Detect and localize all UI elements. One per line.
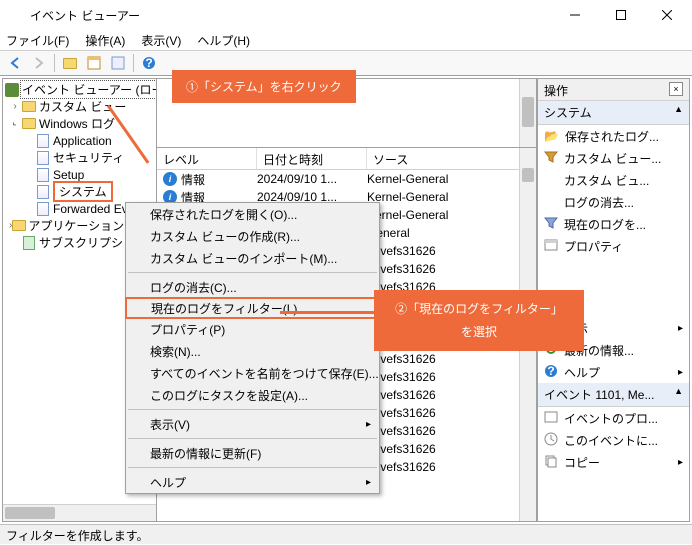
actions-close-icon[interactable]: × — [669, 82, 683, 96]
action-filter-current[interactable]: 現在のログを... — [538, 213, 689, 235]
window-title: イベント ビューアー — [30, 7, 552, 24]
help-icon: ? — [544, 364, 558, 381]
menu-action[interactable]: 操作(A) — [83, 32, 127, 49]
action-event-props[interactable]: イベントのプロ... — [538, 407, 689, 429]
actions-header: 操作 — [544, 82, 568, 97]
maximize-button[interactable] — [598, 0, 644, 30]
properties-icon — [544, 238, 558, 255]
log-icon — [35, 201, 51, 217]
status-text: フィルターを作成します。 — [6, 529, 149, 543]
log-icon — [35, 167, 51, 183]
ctx-create-custom[interactable]: カスタム ビューの作成(R)... — [126, 225, 379, 247]
ctx-open-saved[interactable]: 保存されたログを開く(O)... — [126, 203, 379, 225]
action-clear-log[interactable]: ログの消去... — [538, 191, 689, 213]
toolbar-help-icon[interactable]: ? — [138, 52, 160, 74]
action-copy[interactable]: コピー — [538, 451, 689, 473]
subscription-icon — [21, 235, 37, 251]
action-custom-view[interactable]: カスタム ビュー... — [538, 147, 689, 169]
log-icon — [35, 133, 51, 149]
back-button[interactable] — [4, 52, 26, 74]
tree-custom-views[interactable]: › カスタム ビュー — [5, 98, 154, 115]
folder-icon — [21, 99, 37, 115]
callout-2: ②「現在のログをフィルター」を選択 — [374, 290, 584, 351]
tree-root[interactable]: イベント ビューアー (ローカル) — [5, 81, 154, 98]
ctx-refresh[interactable]: 最新の情報に更新(F) — [126, 442, 379, 464]
close-button[interactable] — [644, 0, 690, 30]
ctx-help[interactable]: ヘルプ — [126, 471, 379, 493]
info-icon: i — [163, 172, 177, 186]
folder-icon — [12, 218, 26, 234]
forward-button[interactable] — [28, 52, 50, 74]
tree-windows-logs[interactable]: ⌄ Windows ログ — [5, 115, 154, 132]
funnel-icon — [544, 150, 558, 167]
listview-header[interactable]: レベル 日付と時刻 ソース — [157, 148, 536, 170]
action-custom-view-import[interactable]: カスタム ビュ... — [538, 169, 689, 191]
action-help[interactable]: ?ヘルプ — [538, 361, 689, 383]
app-icon — [8, 7, 24, 23]
toolbar-icon-2[interactable] — [83, 52, 105, 74]
copy-icon — [544, 454, 558, 471]
menu-file[interactable]: ファイル(F) — [4, 32, 71, 49]
event-viewer-icon — [5, 82, 19, 98]
ctx-filter-current[interactable]: 現在のログをフィルター(L)... — [125, 297, 380, 319]
tree-security[interactable]: セキュリティ — [5, 149, 154, 166]
task-icon — [544, 432, 558, 449]
tree-system[interactable]: システム — [5, 183, 154, 200]
funnel-icon — [544, 216, 558, 233]
log-icon — [35, 150, 51, 166]
action-open-saved[interactable]: 📂保存されたログ... — [538, 125, 689, 147]
ctx-save-all[interactable]: すべてのイベントを名前をつけて保存(E)... — [126, 362, 379, 384]
ctx-clear-log[interactable]: ログの消去(C)... — [126, 276, 379, 298]
status-bar: フィルターを作成します。 — [0, 524, 692, 544]
svg-text:?: ? — [547, 364, 554, 378]
menu-help[interactable]: ヘルプ(H) — [195, 32, 252, 49]
ctx-import-custom[interactable]: カスタム ビューのインポート(M)... — [126, 247, 379, 269]
title-bar: イベント ビューアー — [0, 0, 692, 30]
table-row[interactable]: i情報2024/09/10 1...Kernel-General — [157, 170, 536, 188]
action-properties[interactable]: プロパティ — [538, 235, 689, 257]
header-scrollbar[interactable] — [519, 79, 536, 147]
callout-1: ①「システム」を右クリック — [172, 70, 356, 103]
callout-line-2 — [280, 311, 375, 314]
toolbar-icon-3[interactable] — [107, 52, 129, 74]
ctx-attach-task[interactable]: このログにタスクを設定(A)... — [126, 384, 379, 406]
col-source[interactable]: ソース — [367, 148, 536, 169]
col-datetime[interactable]: 日付と時刻 — [257, 148, 367, 169]
log-icon — [35, 184, 51, 200]
actions-group-event: イベント 1101, Me...▲ — [538, 383, 689, 407]
tree-scrollbar[interactable] — [3, 504, 156, 521]
menu-bar: ファイル(F) 操作(A) 表示(V) ヘルプ(H) — [0, 30, 692, 50]
ctx-properties[interactable]: プロパティ(P) — [126, 318, 379, 340]
actions-group-system: システム▲ — [538, 101, 689, 125]
menu-view[interactable]: 表示(V) — [139, 32, 183, 49]
action-this-event[interactable]: このイベントに... — [538, 429, 689, 451]
minimize-button[interactable] — [552, 0, 598, 30]
folder-open-icon: 📂 — [544, 129, 559, 143]
ctx-view[interactable]: 表示(V) — [126, 413, 379, 435]
context-menu: 保存されたログを開く(O)... カスタム ビューの作成(R)... カスタム … — [125, 202, 380, 494]
properties-icon — [544, 410, 558, 427]
col-level[interactable]: レベル — [157, 148, 257, 169]
ctx-find[interactable]: 検索(N)... — [126, 340, 379, 362]
svg-text:?: ? — [145, 56, 152, 70]
toolbar-icon-1[interactable] — [59, 52, 81, 74]
